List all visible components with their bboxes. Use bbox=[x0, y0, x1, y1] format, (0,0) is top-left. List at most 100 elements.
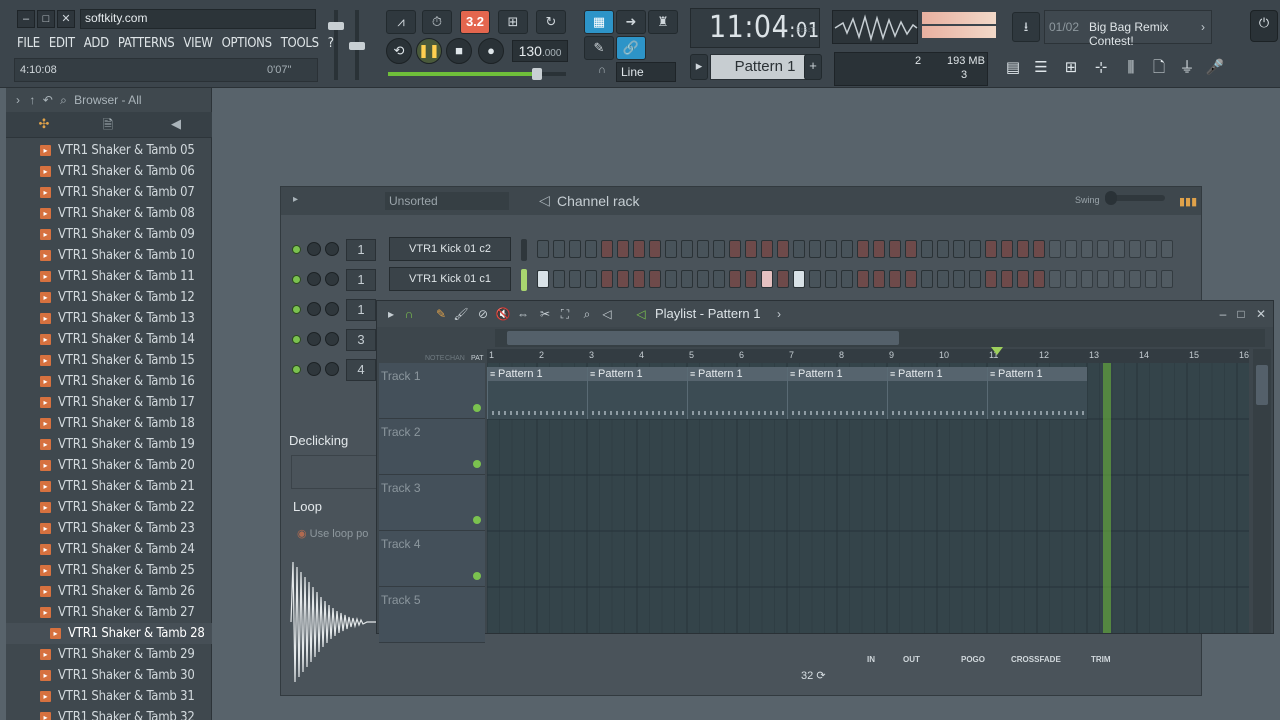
step-button[interactable] bbox=[1129, 240, 1141, 258]
step-button[interactable] bbox=[713, 270, 725, 288]
step-button[interactable] bbox=[985, 240, 997, 258]
master-volume-icon[interactable]: ♜ bbox=[648, 10, 678, 34]
browser-item[interactable]: ▸ VTR1 Shaker & Tamb 18 bbox=[6, 413, 212, 434]
step-button[interactable] bbox=[697, 240, 709, 258]
step-edit-icon[interactable]: ⊞ bbox=[498, 10, 528, 34]
scroll-thumb[interactable] bbox=[507, 331, 899, 345]
menu-add[interactable]: ADD bbox=[84, 36, 109, 51]
track-header[interactable]: Track 3 bbox=[379, 475, 485, 531]
channel-enable-led[interactable] bbox=[292, 365, 301, 374]
channel-pan-knob[interactable] bbox=[325, 242, 339, 256]
playlist-icon[interactable]: ▤ bbox=[1000, 54, 1026, 82]
pattern-clip[interactable]: Pattern 1 bbox=[887, 367, 987, 419]
snap-select[interactable]: Line bbox=[616, 62, 676, 82]
step-button[interactable] bbox=[857, 270, 869, 288]
browser-header[interactable]: › ↑ ↶ ⌕ Browser - All bbox=[6, 88, 212, 112]
metronome-icon[interactable]: ⩘ bbox=[386, 10, 416, 34]
close-icon[interactable]: ✕ bbox=[57, 10, 75, 28]
step-button[interactable] bbox=[1033, 240, 1045, 258]
channel-pan-knob[interactable] bbox=[325, 272, 339, 286]
use-loop-points-label[interactable]: ◉ Use loop po bbox=[297, 527, 368, 540]
step-button[interactable] bbox=[857, 240, 869, 258]
browser-item[interactable]: ▸ VTR1 Shaker & Tamb 16 bbox=[6, 371, 212, 392]
step-button[interactable] bbox=[761, 270, 773, 288]
browser-item[interactable]: ▸ VTR1 Shaker & Tamb 30 bbox=[6, 665, 212, 686]
step-button[interactable] bbox=[585, 240, 597, 258]
playlist-grid[interactable]: Pattern 1Pattern 1Pattern 1Pattern 1Patt… bbox=[487, 363, 1249, 633]
track-mute-led[interactable] bbox=[473, 516, 481, 524]
step-button[interactable] bbox=[761, 240, 773, 258]
pattern-clip[interactable]: Pattern 1 bbox=[687, 367, 787, 419]
step-button[interactable] bbox=[1161, 270, 1173, 288]
browser-item[interactable]: ▸ VTR1 Shaker & Tamb 17 bbox=[6, 392, 212, 413]
step-button[interactable] bbox=[1049, 240, 1061, 258]
step-button[interactable] bbox=[905, 270, 917, 288]
step-button[interactable] bbox=[1113, 270, 1125, 288]
paint-icon[interactable]: 🖌 bbox=[453, 306, 469, 322]
pattern-clip[interactable]: Pattern 1 bbox=[587, 367, 687, 419]
step-button[interactable] bbox=[745, 240, 757, 258]
zoom-icon[interactable]: ⌕ bbox=[579, 306, 595, 322]
play-icon[interactable]: ▸ bbox=[293, 194, 298, 205]
chevron-right-icon[interactable]: › bbox=[16, 93, 20, 107]
news-panel[interactable]: 01/02 Big Bag Remix Contest! › bbox=[1044, 10, 1212, 48]
step-button[interactable] bbox=[1081, 240, 1093, 258]
step-button[interactable] bbox=[665, 270, 677, 288]
channel-select[interactable] bbox=[521, 239, 527, 261]
step-button[interactable] bbox=[569, 240, 581, 258]
back-icon[interactable]: ↶ bbox=[43, 93, 53, 107]
step-button[interactable] bbox=[969, 240, 981, 258]
menu-file[interactable]: FILE bbox=[17, 36, 40, 51]
channel-volume-knob[interactable] bbox=[307, 302, 321, 316]
channel-volume-knob[interactable] bbox=[307, 242, 321, 256]
wait-input-icon[interactable]: ⏱ bbox=[422, 10, 452, 34]
step-button[interactable] bbox=[1129, 270, 1141, 288]
browser-item[interactable]: ▸ VTR1 Shaker & Tamb 20 bbox=[6, 455, 212, 476]
mic-icon[interactable]: 🎤 bbox=[1202, 54, 1228, 82]
step-button[interactable] bbox=[649, 240, 661, 258]
song-mode-icon[interactable]: ⟲ bbox=[386, 38, 412, 64]
declick-box[interactable] bbox=[291, 455, 381, 489]
browser-item[interactable]: ▸ VTR1 Shaker & Tamb 32 bbox=[6, 707, 212, 720]
tempo-display[interactable]: 130.000 bbox=[512, 40, 568, 62]
menu-view[interactable]: VIEW bbox=[183, 36, 213, 51]
channel-mixer-track[interactable]: 4 bbox=[346, 359, 376, 381]
step-button[interactable] bbox=[1065, 270, 1077, 288]
step-button[interactable] bbox=[953, 240, 965, 258]
browser-item[interactable]: ▸ VTR1 Shaker & Tamb 09 bbox=[6, 224, 212, 245]
playhead[interactable] bbox=[1103, 363, 1111, 633]
all-files-icon[interactable]: ✣ bbox=[34, 116, 54, 134]
step-button[interactable] bbox=[873, 240, 885, 258]
channel-name-button[interactable]: VTR1 Kick 01 c2 bbox=[389, 237, 511, 261]
browser-item[interactable]: ▸ VTR1 Shaker & Tamb 12 bbox=[6, 287, 212, 308]
browser-item[interactable]: ▸ VTR1 Shaker & Tamb 29 bbox=[6, 644, 212, 665]
step-button[interactable] bbox=[1001, 240, 1013, 258]
channel-enable-led[interactable] bbox=[292, 305, 301, 314]
track-header[interactable]: Track 5 bbox=[379, 587, 485, 643]
step-button[interactable] bbox=[1097, 270, 1109, 288]
project-files-icon[interactable]: 🗎 bbox=[98, 116, 118, 134]
channel-enable-led[interactable] bbox=[292, 275, 301, 284]
song-clock[interactable]: B:S:T 11:04:01 bbox=[690, 8, 820, 48]
step-button[interactable] bbox=[825, 270, 837, 288]
step-button[interactable] bbox=[937, 240, 949, 258]
master-pitch-handle[interactable] bbox=[349, 42, 365, 50]
pattern-label[interactable]: PAT bbox=[471, 355, 484, 362]
song-title-field[interactable]: softkity.com bbox=[80, 9, 316, 29]
menu-options[interactable]: OPTIONS bbox=[222, 36, 272, 51]
draw-icon[interactable]: ✎ bbox=[584, 36, 614, 60]
play-icon[interactable]: ▸ bbox=[383, 306, 399, 322]
playhead-marker[interactable] bbox=[991, 347, 1003, 355]
track-mute-led[interactable] bbox=[473, 460, 481, 468]
browser-icon[interactable]: 🗋 bbox=[1146, 54, 1172, 82]
pattern-clip[interactable]: Pattern 1 bbox=[987, 367, 1087, 419]
channel-pan-knob[interactable] bbox=[325, 362, 339, 376]
step-button[interactable] bbox=[665, 240, 677, 258]
browser-item[interactable]: ▸ VTR1 Shaker & Tamb 15 bbox=[6, 350, 212, 371]
pattern-clip[interactable]: Pattern 1 bbox=[787, 367, 887, 419]
step-button[interactable] bbox=[1097, 240, 1109, 258]
step-button[interactable] bbox=[553, 270, 565, 288]
step-button[interactable] bbox=[649, 270, 661, 288]
track-mute-led[interactable] bbox=[473, 572, 481, 580]
piano-roll-icon[interactable]: ☰ bbox=[1028, 54, 1054, 82]
